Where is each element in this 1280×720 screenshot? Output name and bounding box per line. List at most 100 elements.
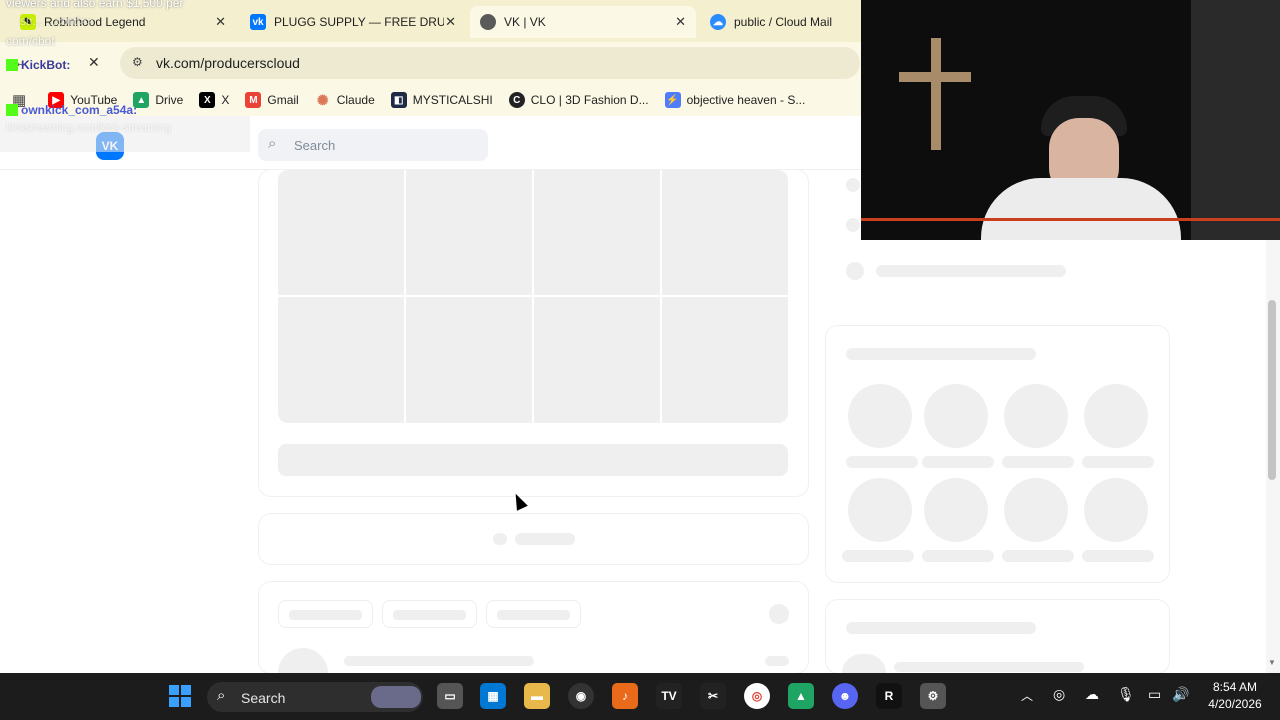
store-icon[interactable]: ▦	[480, 683, 506, 709]
right-card-bottom	[826, 600, 1169, 673]
clock[interactable]: 8:54 AM 4/20/2026	[1200, 680, 1270, 711]
taskbar-search[interactable]: ⌕ Search	[207, 682, 423, 712]
skeleton-line	[842, 550, 914, 562]
task-view-icon[interactable]: ▭	[437, 683, 463, 709]
sync-icon[interactable]: ◎	[1053, 686, 1065, 703]
kick-icon	[6, 59, 18, 71]
page-scrollbar[interactable]: ▼	[1266, 240, 1280, 673]
skeleton-line	[344, 656, 534, 666]
bookmark-gmail[interactable]: M Gmail	[245, 92, 299, 108]
taskbar-search-label: Search	[241, 690, 286, 706]
network-icon[interactable]: ▭	[1148, 686, 1161, 703]
cloud-icon[interactable]: ☁	[1085, 686, 1099, 703]
time: 8:54 AM	[1212, 680, 1258, 694]
filter-placeholder	[278, 600, 373, 628]
chevron-up-icon[interactable]: ︿	[1021, 687, 1033, 704]
photo-placeholder	[662, 170, 788, 295]
close-icon[interactable]: ✕	[445, 14, 456, 30]
google-drive-icon[interactable]: ▲	[788, 683, 814, 709]
address-bar: ← ✕ ⚙ vk.com/producerscloud	[0, 42, 861, 84]
search-input[interactable]: ⌕ Search	[258, 129, 488, 161]
skeleton-line	[846, 622, 1036, 634]
photo-placeholder	[662, 297, 788, 423]
tab-vk[interactable]: VK | VK ✕	[470, 6, 696, 38]
gmail-icon: M	[245, 92, 262, 108]
webcam-feed	[861, 0, 1280, 240]
tab-title: PLUGG SUPPLY — FREE DRUM	[274, 15, 444, 29]
search-icon: ⌕	[268, 135, 277, 152]
bookmark-claude[interactable]: ✺ Claude	[315, 92, 375, 108]
button-placeholder	[278, 444, 788, 476]
skeleton-line	[922, 550, 994, 562]
tab-title: VK | VK	[504, 15, 546, 29]
friends-card	[826, 326, 1169, 582]
discord-icon[interactable]: ☻	[832, 683, 858, 709]
url-text: vk.com/producerscloud	[156, 55, 300, 71]
filter-placeholder	[382, 600, 477, 628]
avatar-placeholder	[1084, 384, 1148, 448]
overlay-text: kickstreaming.com/kick-streaming	[6, 122, 172, 134]
avatar-placeholder	[924, 384, 988, 448]
photo-placeholder	[534, 170, 660, 295]
bookmark-clo[interactable]: C CLO | 3D Fashion D...	[508, 92, 649, 108]
filter-placeholder	[486, 600, 581, 628]
skeleton-line	[846, 456, 918, 468]
led-strip	[861, 218, 1280, 221]
bolt-icon: ⚡	[664, 92, 681, 108]
close-icon[interactable]: ✕	[675, 14, 686, 30]
skeleton-dot	[493, 533, 507, 545]
settings-icon[interactable]: ⚙	[920, 683, 946, 709]
microphone-icon[interactable]: 🎙	[1117, 686, 1135, 703]
capcut-icon[interactable]: ✂	[700, 683, 726, 709]
skeleton-line	[894, 662, 1084, 672]
tradingview-icon[interactable]: TV	[656, 683, 682, 709]
roblox-icon[interactable]: R	[876, 683, 902, 709]
file-explorer-icon[interactable]: ▬	[524, 683, 550, 709]
bookmark-objective-heaven[interactable]: ⚡ objective heaven - S...	[664, 92, 805, 108]
kickbot-label: KickBot:	[6, 58, 70, 72]
skeleton-line	[1002, 550, 1074, 562]
taskbar: ⌕ Search ▭ ▦ ▬ ◉ ♪ TV ✂ ◎ ▲ ☻ R ⚙ ︿ ◎ ☁ …	[0, 673, 1280, 720]
tab-cloud-mail[interactable]: ☁ public / Cloud Mail	[700, 6, 861, 38]
skeleton-line	[515, 533, 575, 545]
url-field[interactable]: ⚙ vk.com/producerscloud	[120, 47, 860, 79]
overlay-text: com/cbot	[6, 34, 55, 48]
site-info-icon[interactable]: ⚙	[132, 55, 143, 69]
avatar-placeholder	[924, 478, 988, 542]
tab-plugg-supply[interactable]: vk PLUGG SUPPLY — FREE DRUM ✕	[240, 6, 466, 38]
bookmark-mysticalshi[interactable]: ◧ MYSTICALSHI	[390, 92, 493, 108]
webcam-window	[1191, 0, 1280, 240]
photo-placeholder	[278, 297, 404, 423]
photo-placeholder	[278, 170, 404, 295]
obs-icon[interactable]: ◉	[568, 683, 594, 709]
windows-start-icon[interactable]	[167, 683, 193, 709]
chrome-icon[interactable]: ◎	[744, 683, 770, 709]
skeleton-dot	[846, 178, 860, 192]
skeleton-line	[1002, 456, 1074, 468]
bookmark-drive[interactable]: ▲ Drive	[133, 92, 183, 108]
mystical-icon: ◧	[390, 92, 407, 108]
clo-icon: C	[508, 92, 525, 108]
cross-icon	[931, 38, 941, 150]
shirt	[981, 178, 1181, 240]
bookmark-x[interactable]: XX	[199, 92, 229, 108]
scrollbar-thumb[interactable]	[1268, 300, 1276, 480]
photo-placeholder	[406, 170, 532, 295]
x-icon: X	[199, 92, 216, 108]
volume-icon[interactable]: 🔊	[1172, 686, 1189, 703]
scroll-down-icon[interactable]: ▼	[1268, 658, 1276, 667]
photo-placeholder	[534, 297, 660, 423]
skeleton-dot	[846, 262, 864, 280]
avatar-placeholder	[1004, 384, 1068, 448]
avatar-placeholder	[848, 384, 912, 448]
feed-card	[259, 582, 808, 673]
stop-icon[interactable]: ✕	[88, 54, 100, 71]
skeleton-line	[922, 456, 994, 468]
fl-studio-icon[interactable]: ♪	[612, 683, 638, 709]
skeleton-line	[846, 348, 1036, 360]
skeleton-line	[876, 265, 1066, 277]
skeleton-line	[1082, 550, 1154, 562]
loading-card	[259, 514, 808, 564]
close-icon[interactable]: ✕	[215, 14, 226, 30]
avatar-placeholder	[1084, 478, 1148, 542]
